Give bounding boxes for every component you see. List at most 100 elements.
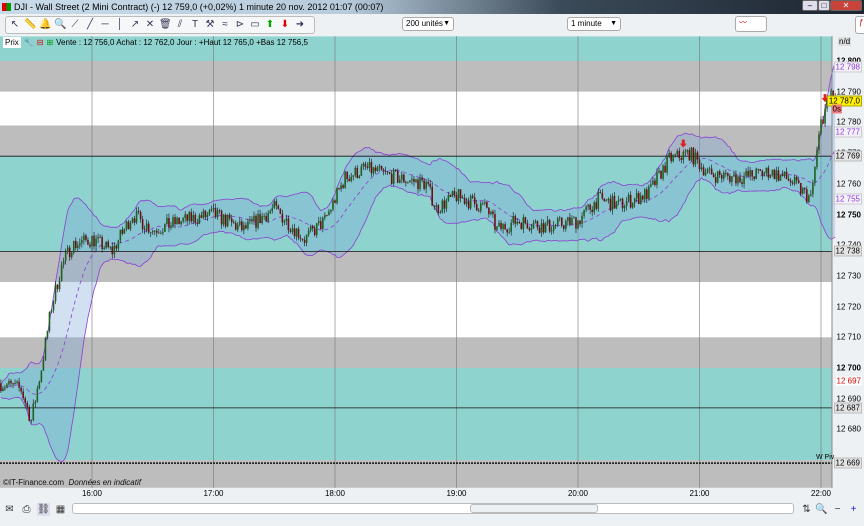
vertical-line-icon[interactable]: │ (114, 19, 126, 31)
candle-body (127, 221, 130, 230)
candle-body (670, 152, 672, 162)
bollinger-label: 12 755 (833, 193, 862, 205)
candle-body (607, 198, 610, 201)
candle-body (706, 169, 709, 173)
scrollbar-thumb[interactable] (470, 504, 598, 513)
candle-body (194, 214, 197, 223)
zoom-in-button[interactable]: + (847, 503, 860, 516)
tools-icon[interactable]: ⚒ (204, 19, 216, 31)
zoom-out-icon[interactable]: ⊟ (37, 37, 44, 48)
candle-body (117, 240, 120, 249)
zoom-in-icon[interactable]: ⊞ (46, 37, 53, 48)
sell-arrow-icon[interactable]: ⬇ (279, 19, 291, 31)
x-tick-label: 17:00 (203, 489, 224, 498)
candle-body (546, 220, 549, 224)
rectangle-icon[interactable]: ▭ (249, 19, 261, 31)
candle-body (182, 218, 184, 222)
candle-body (115, 245, 118, 249)
candle-body (601, 192, 604, 199)
ruler-icon[interactable]: 📏 (24, 19, 36, 31)
candle-body (747, 171, 749, 176)
candle-body (301, 238, 304, 240)
candle-body (232, 222, 235, 224)
candle-body (200, 215, 203, 218)
pointer-icon[interactable]: ↖ (9, 19, 21, 31)
candle-body (658, 170, 660, 173)
candle-body (729, 175, 731, 182)
candle-body (394, 169, 397, 171)
units-select[interactable]: 200 unités ▼ (402, 17, 454, 31)
text-icon[interactable]: T (189, 19, 201, 31)
parallel-icon[interactable]: ⫽ (174, 19, 186, 31)
mail-icon[interactable]: ✉ (3, 503, 16, 516)
candle-body (504, 224, 506, 230)
channel-icon[interactable]: ⊳ (234, 19, 246, 31)
chart-type-button[interactable]: 〰 (735, 16, 767, 32)
candle-body (565, 220, 567, 229)
trend-icon[interactable]: ↗ (129, 19, 141, 31)
auto-scale-icon[interactable]: ⇅ (800, 503, 813, 516)
candle-body (672, 154, 674, 162)
candle-body (202, 210, 205, 218)
candle-body (261, 216, 263, 224)
candle-body (540, 223, 543, 233)
export-icon[interactable]: ▦ (54, 503, 67, 516)
minimize-button[interactable]: – (802, 0, 818, 11)
line-icon[interactable]: ╱ (84, 19, 96, 31)
price-chart[interactable] (0, 36, 864, 488)
chart-scrollbar[interactable] (72, 503, 794, 514)
candle-body (18, 381, 20, 388)
x-tick-label: 20:00 (567, 489, 589, 498)
print-icon[interactable]: ⎙ (20, 503, 33, 516)
candle-body (583, 210, 585, 216)
candle-body (552, 225, 555, 231)
candle-body (635, 192, 638, 199)
candle-body (111, 246, 114, 255)
candle-body (93, 235, 95, 247)
candle-body (769, 175, 772, 178)
indicators-button[interactable]: ƒ (855, 16, 864, 34)
candle-body (208, 210, 211, 215)
candle-body (467, 201, 470, 209)
horizontal-line-icon[interactable]: ─ (99, 19, 111, 31)
candle-body (34, 401, 37, 404)
segment-icon[interactable]: ⟋ (69, 19, 81, 31)
close-button[interactable]: ✕ (830, 0, 862, 11)
zone-teal (0, 368, 832, 461)
candle-body (362, 163, 365, 167)
link-icon[interactable]: ⛓ (37, 502, 50, 516)
candle-body (753, 176, 755, 179)
candle-body (520, 223, 523, 229)
right-arrow-icon[interactable]: ➜ (294, 19, 306, 31)
interval-select[interactable]: 1 minute ▼ (567, 17, 621, 31)
maximize-button[interactable]: □ (818, 0, 830, 11)
candle-body (295, 228, 298, 237)
level-label: 12 769 (833, 150, 862, 162)
candle-body (498, 222, 500, 227)
candle-body (348, 179, 350, 182)
candle-body (170, 225, 172, 228)
candle-body (89, 244, 91, 247)
regression-icon[interactable]: ≈ (219, 19, 231, 31)
nd-label: n/d (838, 37, 852, 46)
level-label: 12 738 (833, 245, 862, 257)
alarm-icon[interactable]: 🔔 (39, 19, 51, 31)
candle-body (579, 220, 581, 224)
candle-body (617, 199, 620, 203)
trash-icon[interactable]: 🗑 (159, 19, 172, 31)
candle-body (322, 217, 324, 229)
candle-body (595, 202, 598, 209)
candle-body (137, 211, 140, 213)
candle-body (463, 197, 466, 204)
candle-body (587, 204, 589, 207)
candle-body (818, 133, 820, 151)
settings-icon[interactable]: 🔧 (24, 37, 34, 48)
fibonacci-icon[interactable]: ✕ (144, 19, 156, 31)
zoom-fit-icon[interactable]: 🔍 (815, 503, 828, 516)
buy-arrow-icon[interactable]: ⬆ (264, 19, 276, 31)
candle-body (160, 233, 162, 234)
zoom-out-button[interactable]: − (831, 503, 844, 516)
candle-body (204, 210, 207, 218)
x-tick-label: 18:00 (324, 489, 346, 498)
zoom-icon[interactable]: 🔍 (54, 19, 66, 31)
